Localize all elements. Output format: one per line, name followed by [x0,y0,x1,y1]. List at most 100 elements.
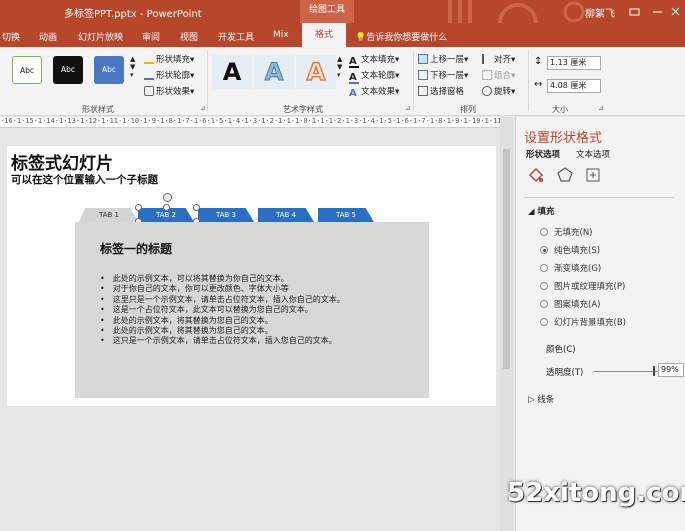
dialog-launcher-icon[interactable]: ⊿ [598,104,604,112]
align-button[interactable]: 对齐▾ [482,53,515,65]
document-title: 多标签PPT.pptx - PowerPoint [64,9,202,20]
slide-tab-4[interactable]: TAB 4 [258,208,314,222]
fill-section-header[interactable]: ◢ 填充 [528,205,555,217]
selection-handle[interactable] [193,204,200,211]
slide-tab-3[interactable]: TAB 3 [198,208,254,222]
align-icon [482,54,492,64]
shape-style-swatch-3[interactable]: Abc [94,56,124,84]
list-item: 此处的示例文本，将其替换为您自己的文本。 [100,316,345,326]
dialog-launcher-icon[interactable]: ⊿ [200,104,206,112]
pane-title: 设置形状格式 [524,131,603,146]
rotate-handle-icon[interactable] [163,193,172,202]
wordart-gallery-more-icon[interactable]: ▲ ▼ ▾ [337,55,342,79]
shape-outline-button[interactable]: 形状轮廓▾ [144,69,194,81]
effects-icon [144,86,154,96]
tab-transitions[interactable]: 切换 [2,30,20,43]
text-fill-button[interactable]: A 文本填充▾ [349,53,399,68]
format-shape-pane: 设置形状格式 形状选项 文本选项 ◢ 填充 无填充(N) 纯色填充(S) 渐变填… [515,117,685,531]
shape-style-swatch-1[interactable]: Abc [12,56,42,84]
line-section-header[interactable]: ▷ 线条 [528,393,554,405]
text-outline-button[interactable]: A 文本轮廓▾ [349,69,399,84]
group-label-wordart-styles: 艺术字样式 [283,105,323,114]
vertical-scrollbar[interactable] [500,117,513,531]
tab-animations[interactable]: 动画 [39,30,57,43]
wordart-style-1[interactable]: A [212,55,252,89]
horizontal-ruler[interactable]: ·16·1·15·1·14·1·13·1·12·1·11·1·10·1·9·1·… [0,117,500,128]
wordart-style-3[interactable]: A [296,55,336,89]
tab-shape-options[interactable]: 形状选项 [526,148,560,160]
fill-option-slide-background[interactable]: 幻灯片背景填充(B) [540,316,626,328]
rotate-icon [482,86,492,96]
tell-me-box[interactable]: 💡告诉我你想要做什么 [355,30,447,43]
window-controls[interactable] [620,0,685,23]
transparency-slider-thumb[interactable] [653,366,655,376]
selection-handle[interactable] [135,204,142,211]
slide-tab-5[interactable]: TAB 5 [318,208,374,222]
size-properties-icon[interactable] [584,166,602,184]
list-item: 这只是一个示例文本，请单击占位符文本，插入您自己的文本。 [100,336,345,346]
color-label: 颜色(C) [546,345,576,355]
user-name[interactable]: 柳絮飞 [585,5,615,20]
list-item: 对于你自己的文本，你可以更改颜色、字体大小等 [100,284,345,294]
fill-option-picture[interactable]: 图片或纹理填充(P) [540,280,625,292]
tab-slideshow[interactable]: 幻灯片放映 [78,30,123,43]
group-label-shape-styles: 形状样式 [82,105,114,114]
list-item: 此处的示例文本，可以将其替换为你自己的文本。 [100,274,345,284]
tab-view[interactable]: 视图 [180,30,198,43]
fill-option-none[interactable]: 无填充(N) [540,226,593,238]
shape-effects-button[interactable]: 形状效果▾ [144,85,194,97]
radio-icon [540,300,548,308]
slide-subtitle[interactable]: 可以在这个位置输入一个子标题 [11,172,158,187]
slide[interactable]: 标签式幻灯片 可以在这个位置输入一个子标题 TAB 1 TAB 2 TAB 3 … [7,146,496,406]
selection-handle[interactable] [163,204,170,211]
radio-icon [540,228,548,236]
transparency-slider[interactable] [594,371,658,372]
slide-tab-1[interactable]: TAB 1 [79,208,139,222]
text-fill-icon: A [349,57,359,68]
list-item: 这里只是一个示例文本，请单击占位符文本，插入你自己的文本。 [100,295,345,305]
width-icon: ↔ [534,79,543,90]
fill-option-pattern[interactable]: 图案填充(A) [540,298,600,310]
slide-title[interactable]: 标签式幻灯片 [11,149,113,174]
divider [528,51,529,111]
scrollbar-thumb[interactable] [503,149,510,369]
fill-line-icon[interactable] [526,166,544,184]
bring-forward-button[interactable]: 上移一层▾ [418,53,468,65]
text-effects-icon: A [349,88,357,99]
tab-mix[interactable]: Mix [273,30,289,40]
text-effects-button[interactable]: A 文本效果▾ [349,85,399,100]
dialog-launcher-icon[interactable]: ⊿ [405,104,411,112]
tab-content-panel[interactable]: 标签一的标题 此处的示例文本，可以将其替换为你自己的文本。 对于你自己的文本，你… [75,222,429,398]
transparency-input[interactable]: 99% [658,363,684,377]
shape-height-input[interactable]: 1.13 厘米 [547,56,601,70]
tell-me-text: 告诉我你想要做什么 [366,33,448,43]
send-backward-button[interactable]: 下移一层▾ [418,69,468,81]
chevron-down-icon: ◢ [528,207,538,217]
context-tab-drawing-tools: 绘图工具 [300,0,354,23]
shape-width-input[interactable]: 4.08 厘米 [547,79,601,93]
radio-selected-icon [540,246,548,254]
rotate-button[interactable]: 旋转▾ [482,85,515,97]
text-outline-icon: A [349,73,359,84]
tab-text-options[interactable]: 文本选项 [576,148,610,160]
bullet-list[interactable]: 此处的示例文本，可以将其替换为你自己的文本。 对于你自己的文本，你可以更改颜色、… [100,274,345,347]
watermark: 52xitong.com [507,478,685,508]
pencil-icon [144,70,154,80]
shape-fill-button[interactable]: 形状填充▾ [144,53,194,65]
list-item: 此处的示例文本，将其替换为您自己的文本。 [100,326,345,336]
radio-icon [540,318,548,326]
fill-option-solid[interactable]: 纯色填充(S) [540,244,600,256]
tab-review[interactable]: 审阅 [142,30,160,43]
shape-style-swatch-2[interactable]: Abc [53,56,83,84]
tab-developer[interactable]: 开发工具 [218,30,254,43]
divider [524,197,674,198]
selection-pane-button[interactable]: 选择窗格 [418,85,464,97]
content-heading[interactable]: 标签一的标题 [100,240,172,257]
send-backward-icon [418,70,428,80]
wordart-style-2[interactable]: A [254,55,294,89]
group-button[interactable]: 组合▾ [482,69,515,81]
fill-option-gradient[interactable]: 渐变填充(G) [540,262,601,274]
tab-format[interactable]: 格式 [302,23,346,47]
gallery-more-icon[interactable]: ▲ ▼ ▾ [130,55,135,79]
effects-pentagon-icon[interactable] [556,166,574,184]
